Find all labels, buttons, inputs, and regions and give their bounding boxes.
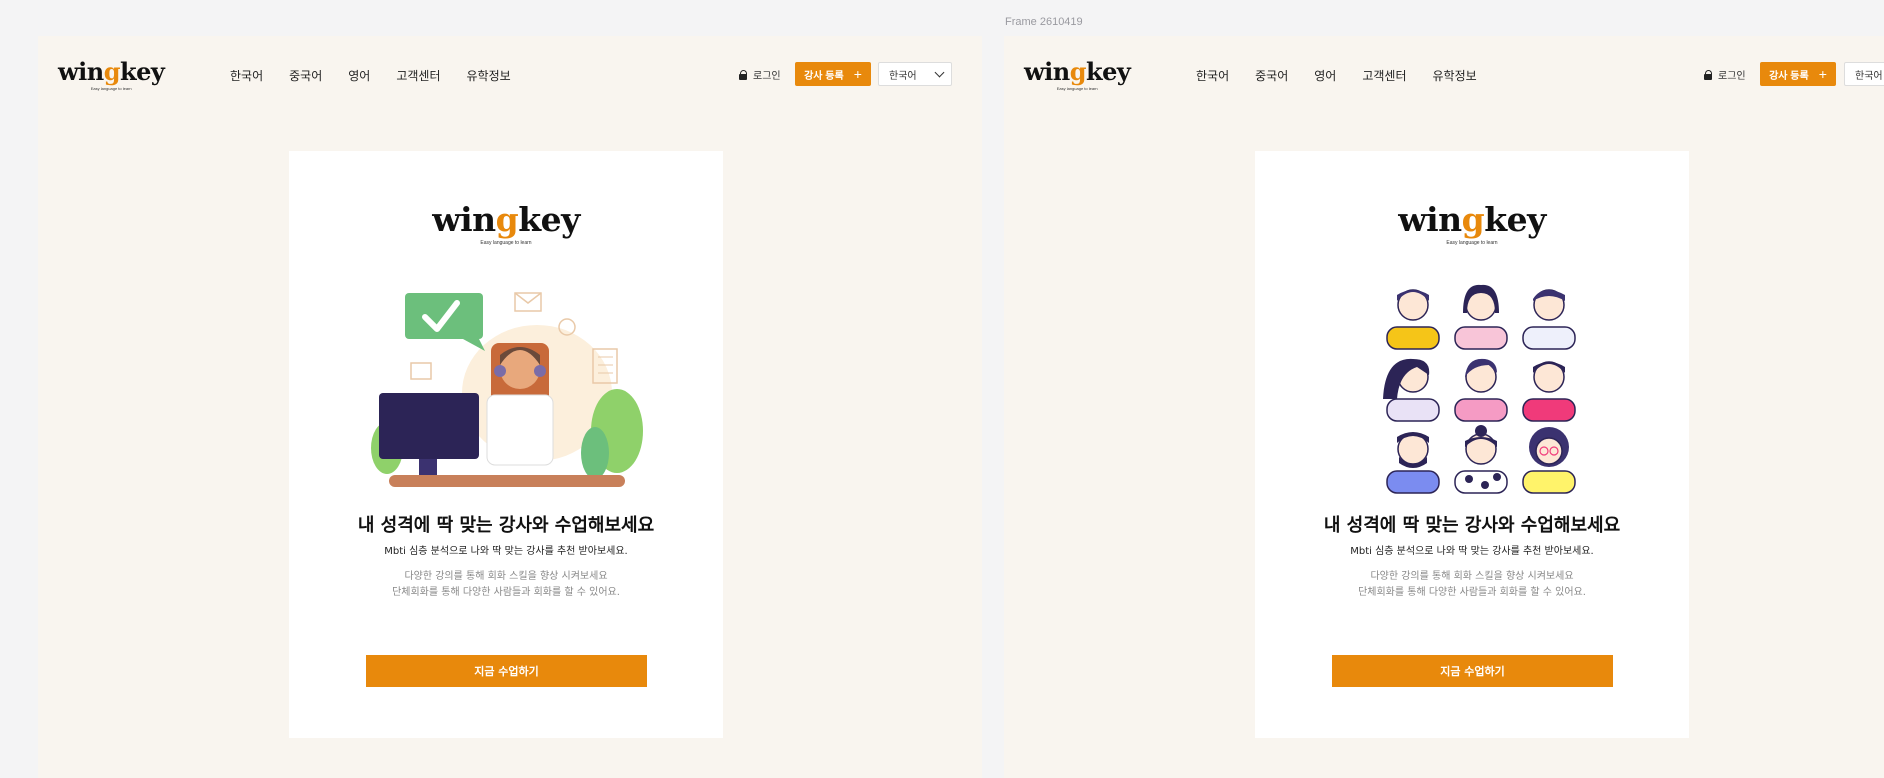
lock-icon bbox=[739, 69, 748, 80]
card-subtitle: Mbti 심층 분석으로 나와 딱 맞는 강사를 추천 받아보세요. bbox=[1350, 546, 1594, 557]
start-lesson-button[interactable]: 지금 수업하기 bbox=[1332, 655, 1613, 687]
card-description: 다양한 강의를 통해 회화 스킬을 향상 시켜보세요 단체회화를 통해 다양한 … bbox=[392, 571, 620, 598]
register-instructor-button[interactable]: 강사 등록 + bbox=[1760, 62, 1836, 86]
plus-icon: + bbox=[853, 66, 862, 82]
card-headline: 내 성격에 딱 맞는 강사와 수업해보세요 bbox=[357, 515, 655, 536]
nav-item-english[interactable]: 영어 bbox=[1314, 67, 1336, 84]
frame-label: Frame 2610419 bbox=[1005, 16, 1083, 28]
header-logo[interactable]: wingkey Easy language to learn bbox=[58, 60, 165, 92]
header-logo[interactable]: wingkey Easy language to learn bbox=[1024, 60, 1131, 92]
nav-item-study-abroad[interactable]: 유학정보 bbox=[467, 67, 511, 84]
plus-icon: + bbox=[1818, 66, 1827, 82]
nav-item-study-abroad[interactable]: 유학정보 bbox=[1433, 67, 1477, 84]
chevron-down-icon bbox=[934, 67, 945, 77]
card-headline: 내 성격에 딱 맞는 강사와 수업해보세요 bbox=[1323, 515, 1621, 536]
card-logo: wingkey Easy language to learn bbox=[432, 200, 580, 246]
card-logo: wingkey Easy language to learn bbox=[1398, 200, 1546, 246]
nav-item-korean[interactable]: 한국어 bbox=[1196, 67, 1229, 84]
avatar-grid-illustration bbox=[1383, 284, 1576, 494]
login-link[interactable]: 로그인 bbox=[1704, 67, 1746, 82]
start-lesson-button[interactable]: 지금 수업하기 bbox=[366, 655, 647, 687]
nav-item-chinese[interactable]: 중국어 bbox=[1255, 67, 1288, 84]
nav-item-english[interactable]: 영어 bbox=[348, 67, 370, 84]
frame-2: wingkey Easy language to learn 한국어 중국어 영… bbox=[1004, 36, 1884, 778]
agent-at-computer-illustration bbox=[371, 292, 643, 487]
main-nav: 한국어 중국어 영어 고객센터 유학정보 bbox=[230, 67, 511, 84]
nav-item-customer-center[interactable]: 고객센터 bbox=[396, 67, 440, 84]
login-link[interactable]: 로그인 bbox=[739, 67, 781, 82]
card-description: 다양한 강의를 통해 회화 스킬을 향상 시켜보세요 단체회화를 통해 다양한 … bbox=[1358, 571, 1586, 598]
card-subtitle: Mbti 심층 분석으로 나와 딱 맞는 강사를 추천 받아보세요. bbox=[384, 546, 628, 557]
language-select[interactable]: 한국어 bbox=[878, 62, 952, 86]
nav-item-customer-center[interactable]: 고객센터 bbox=[1362, 67, 1406, 84]
nav-item-korean[interactable]: 한국어 bbox=[230, 67, 263, 84]
promo-card: wingkey Easy language to learn 내 성격에 딱 맞… bbox=[1255, 151, 1689, 738]
nav-item-chinese[interactable]: 중국어 bbox=[289, 67, 322, 84]
lock-icon bbox=[1704, 69, 1713, 80]
promo-card: wingkey Easy language to learn 내 성격에 딱 맞… bbox=[289, 151, 723, 738]
language-select[interactable]: 한국어 bbox=[1844, 62, 1884, 86]
frame-1: wingkey Easy language to learn 한국어 중국어 영… bbox=[38, 36, 982, 778]
register-instructor-button[interactable]: 강사 등록 + bbox=[795, 62, 871, 86]
main-nav: 한국어 중국어 영어 고객센터 유학정보 bbox=[1196, 67, 1477, 84]
